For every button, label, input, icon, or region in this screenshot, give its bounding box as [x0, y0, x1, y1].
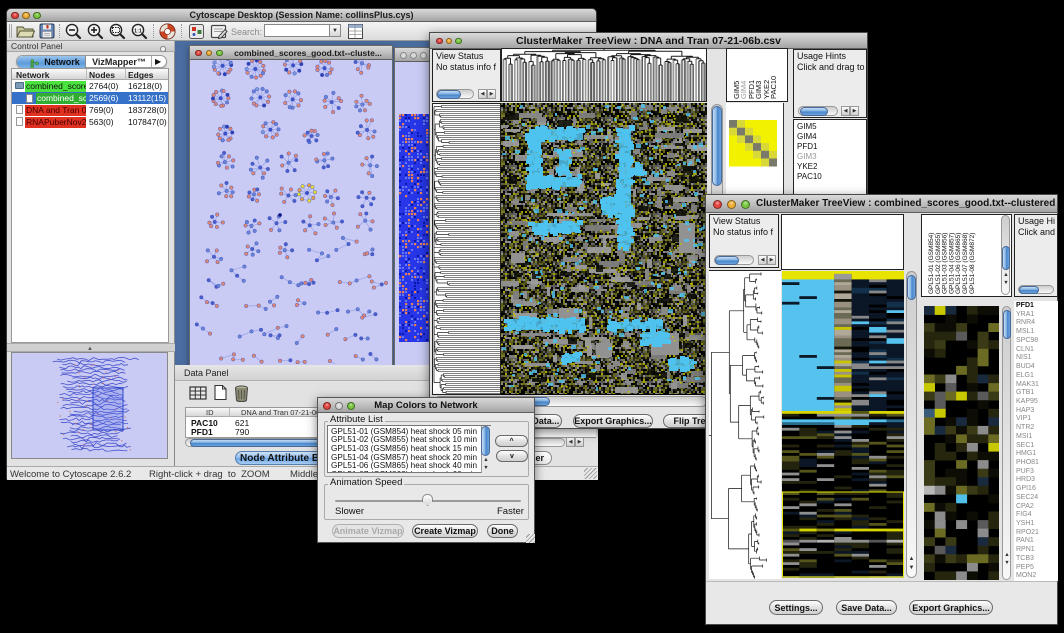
- svg-text:PAC10: PAC10: [769, 76, 778, 99]
- svg-text:GPL51-08 (GSM872): GPL51-08 (GSM872): [969, 233, 976, 294]
- svg-text:1:1: 1:1: [134, 29, 142, 35]
